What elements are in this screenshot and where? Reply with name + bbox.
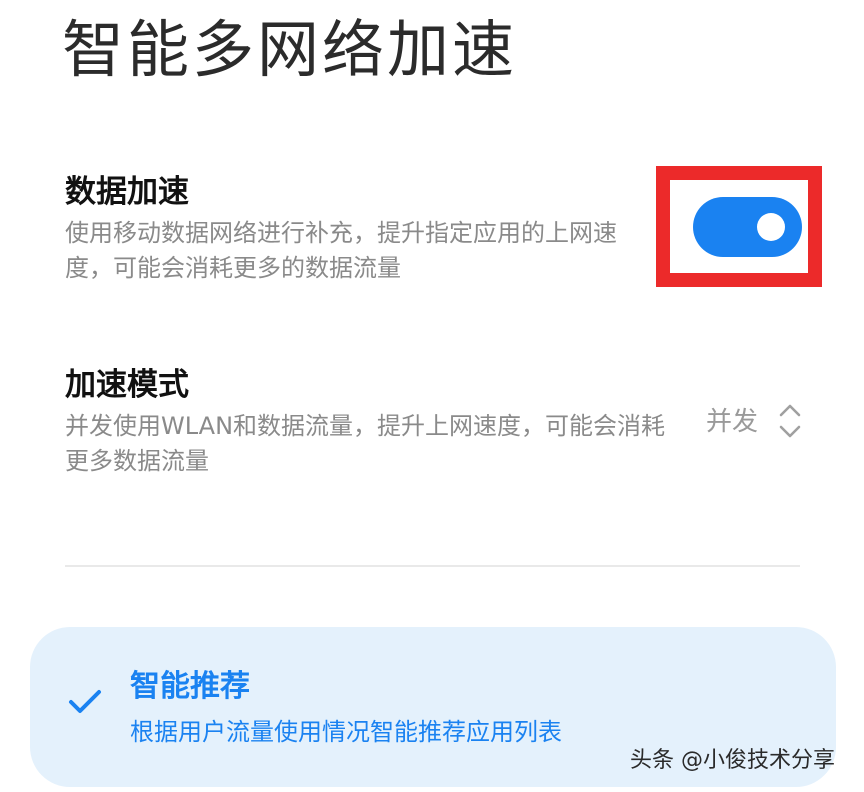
chevron-up-down-icon[interactable] bbox=[776, 401, 804, 441]
setting-data-acceleration[interactable]: 数据加速 使用移动数据网络进行补充，提升指定应用的上网速度，可能会消耗更多的数据… bbox=[65, 172, 661, 286]
setting-description-acceleration-mode: 并发使用WLAN和数据流量，提升上网速度，可能会消耗更多数据流量 bbox=[65, 412, 666, 475]
setting-description-data-acceleration: 使用移动数据网络进行补充，提升指定应用的上网速度，可能会消耗更多的数据流量 bbox=[65, 219, 617, 282]
recommendation-description: 根据用户流量使用情况智能推荐应用列表 bbox=[130, 718, 562, 746]
page-title: 智能多网络加速 bbox=[62, 13, 518, 86]
recommendation-title: 智能推荐 bbox=[130, 669, 250, 704]
check-icon bbox=[69, 690, 101, 713]
watermark: 头条 @小俊技术分享 bbox=[630, 748, 835, 773]
setting-title-acceleration-mode: 加速模式 bbox=[65, 367, 189, 403]
setting-acceleration-mode[interactable]: 加速模式 并发使用WLAN和数据流量，提升上网速度，可能会消耗更多数据流量 bbox=[65, 365, 685, 479]
section-divider bbox=[65, 565, 800, 567]
toggle-knob bbox=[757, 213, 785, 241]
data-acceleration-toggle[interactable] bbox=[693, 197, 802, 257]
acceleration-mode-value[interactable]: 并发 bbox=[706, 404, 758, 440]
setting-title-data-acceleration: 数据加速 bbox=[65, 174, 189, 210]
